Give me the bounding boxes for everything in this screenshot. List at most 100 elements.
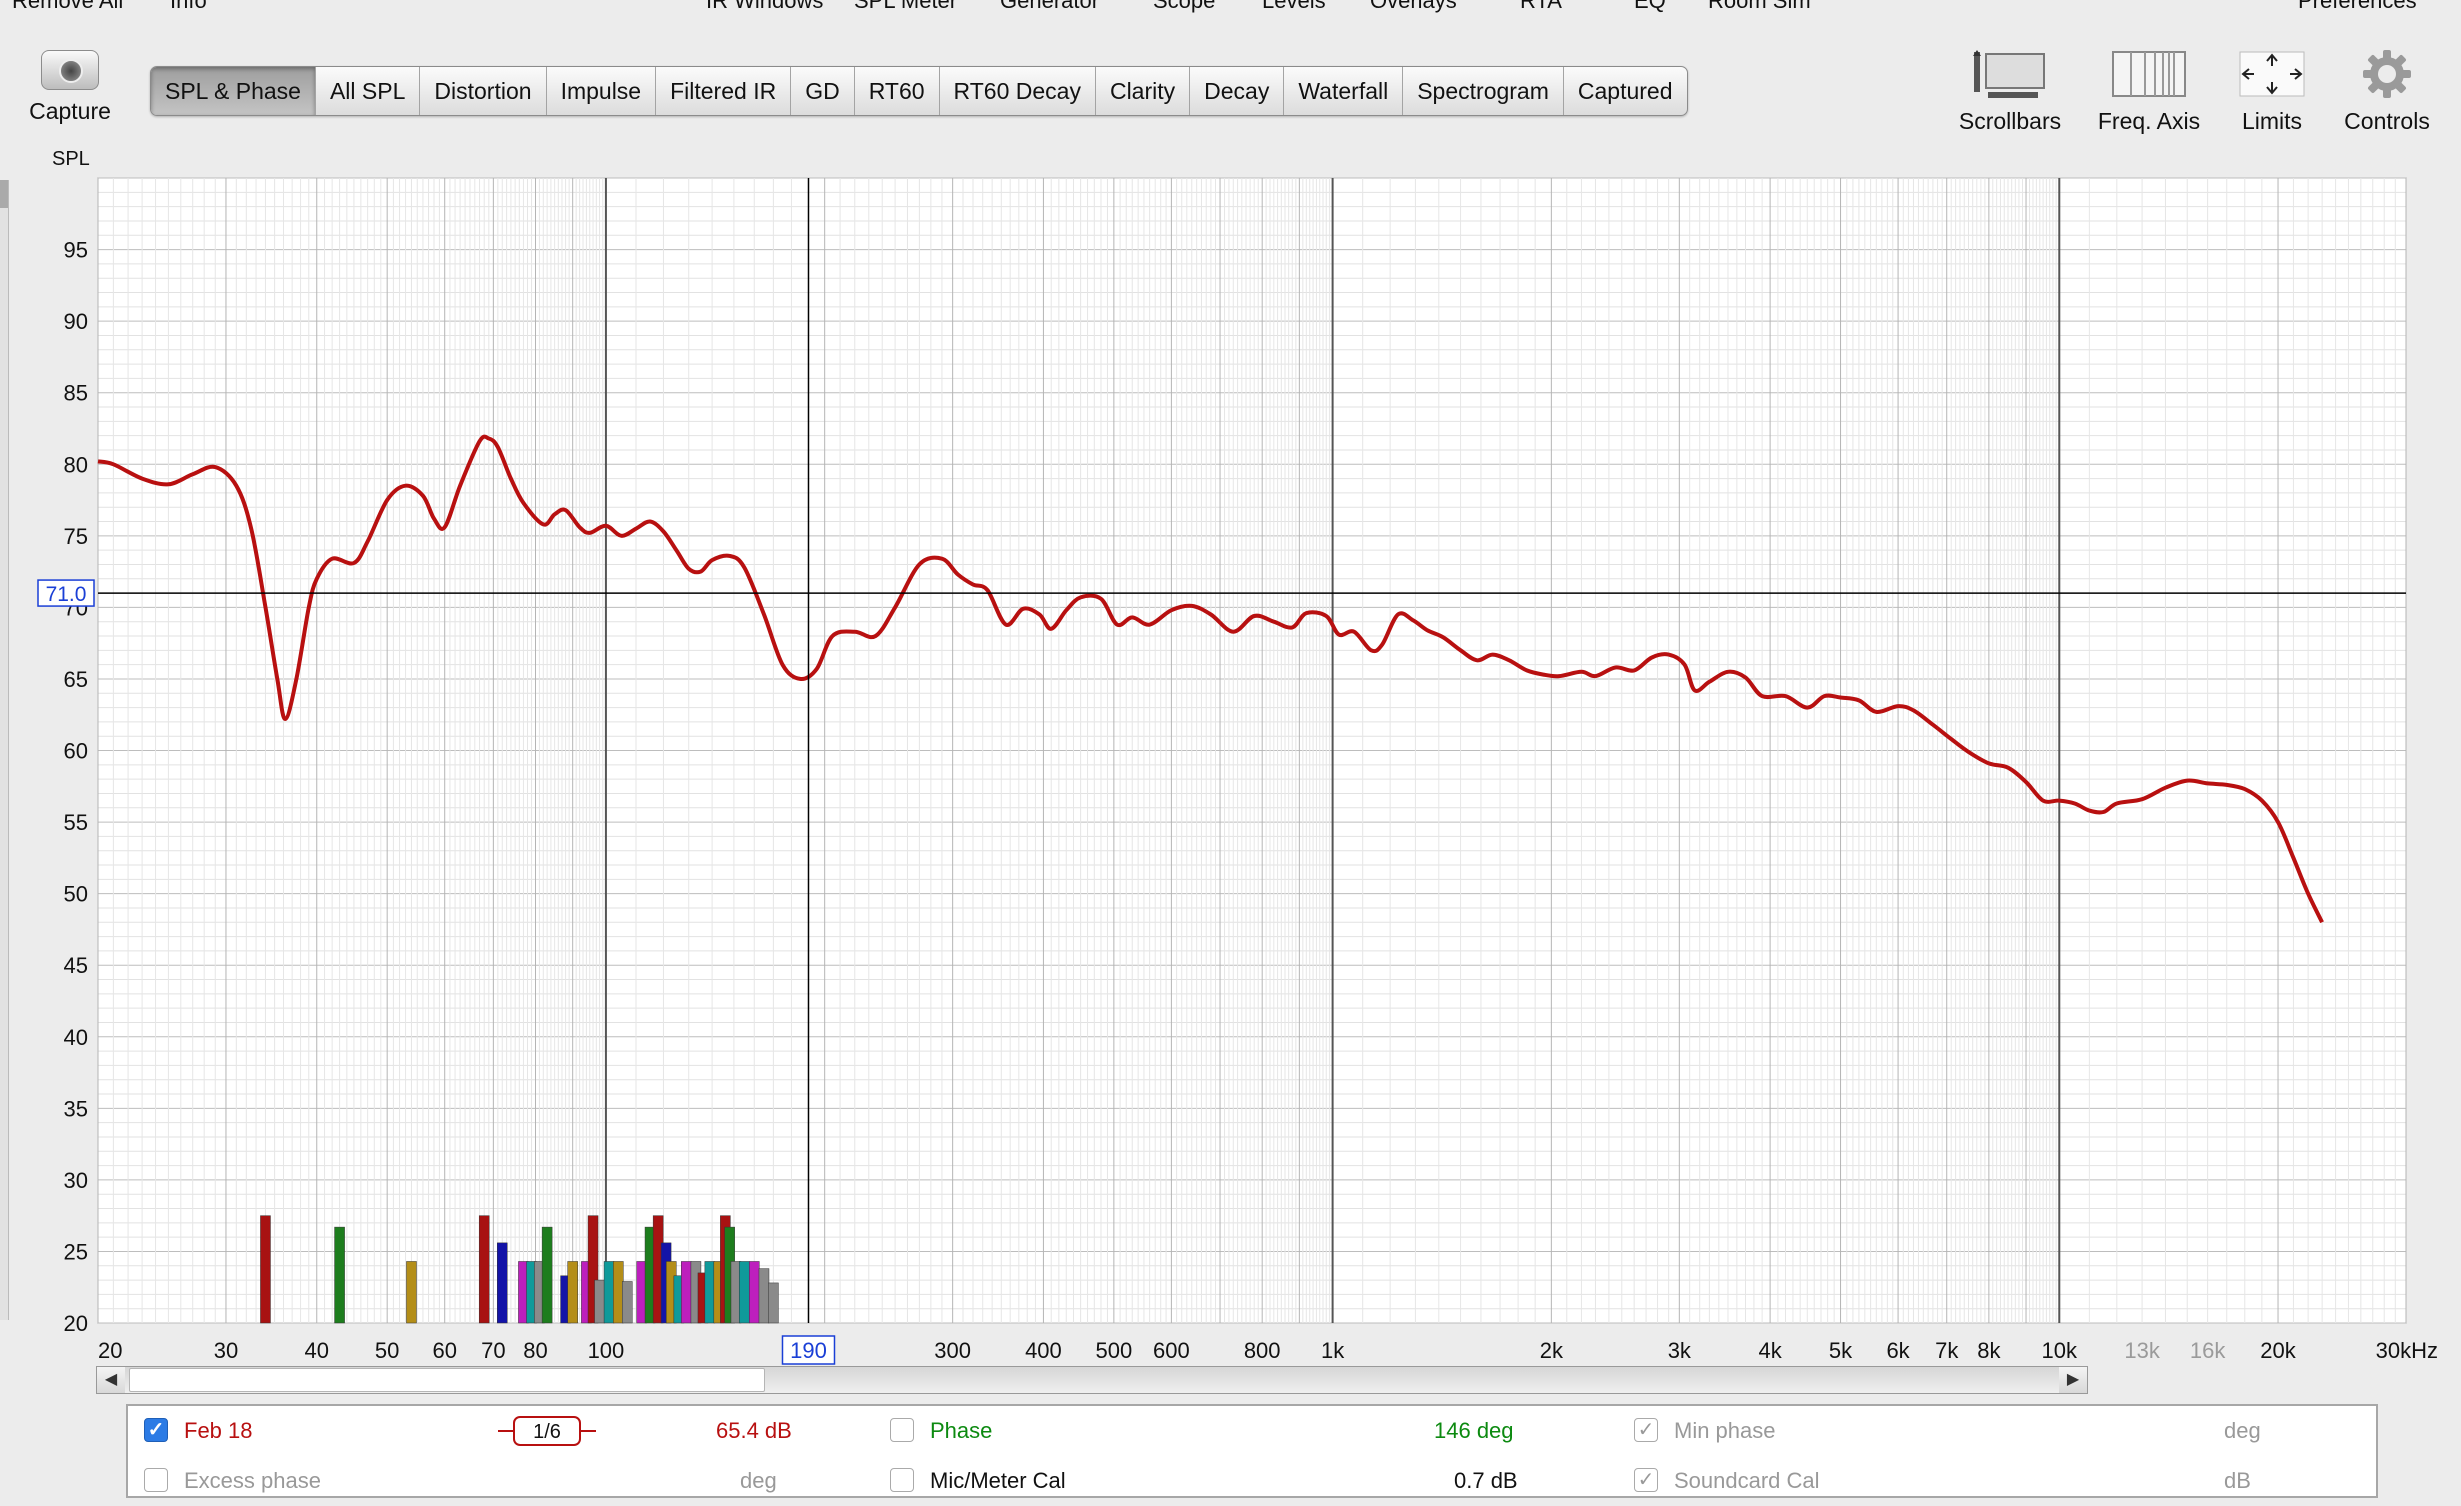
- tab-filtered-ir[interactable]: Filtered IR: [656, 67, 792, 115]
- limits-label: Limits: [2241, 108, 2303, 134]
- scroll-left-icon[interactable]: ◀: [97, 1367, 125, 1393]
- tuning-bar: [478, 1215, 490, 1324]
- tab-impulse[interactable]: Impulse: [547, 67, 657, 115]
- tab-rt60[interactable]: RT60: [855, 67, 940, 115]
- y-tick-label: 95: [64, 238, 88, 263]
- trace-visible-checkbox[interactable]: ✓: [144, 1418, 168, 1442]
- cursor-x-value: 190: [790, 1338, 827, 1363]
- scroll-right-icon[interactable]: ▶: [2059, 1367, 2087, 1393]
- min-phase-checkbox[interactable]: ✓: [1634, 1418, 1658, 1442]
- x-tick-label: 40: [305, 1338, 329, 1363]
- tuning-bar: [738, 1261, 750, 1324]
- capture-button[interactable]: Capture: [10, 46, 130, 136]
- tuning-bar: [260, 1215, 271, 1324]
- excess-phase-label: Excess phase: [184, 1468, 321, 1493]
- trace-control-panel: ✓ Feb 18 1/6 65.4 dB Phase 146 deg ✓ Min…: [126, 1404, 2378, 1498]
- x-tick-label: 20k: [2260, 1338, 2296, 1363]
- phase-checkbox[interactable]: [890, 1418, 914, 1442]
- y-tick-label: 50: [64, 882, 88, 907]
- scrollbars-button[interactable]: Scrollbars: [1950, 46, 2070, 135]
- second-row: Excess phase deg Mic/Meter Cal 0.7 dB ✓ …: [144, 1466, 2344, 1506]
- scrollbar-thumb[interactable]: [129, 1368, 765, 1392]
- x-tick-label: 16k: [2190, 1338, 2226, 1363]
- excess-phase-unit: deg: [740, 1468, 777, 1493]
- y-tick-label: 55: [64, 810, 88, 835]
- tab-decay[interactable]: Decay: [1190, 67, 1285, 115]
- camera-icon: [41, 50, 99, 90]
- x-axis-ticks: 20 30 40 50 60 70 80 100 300 400 500 600 800 1k 2k 3k 4k…: [98, 1338, 2438, 1363]
- menu-item-spl-meter[interactable]: SPL Meter: [854, 0, 957, 14]
- x-tick-label: 13k: [2124, 1338, 2160, 1363]
- gear-icon: [2334, 46, 2440, 102]
- y-tick-label: 45: [64, 953, 88, 978]
- menu-item-preferences[interactable]: Preferences: [2298, 0, 2417, 14]
- trace-name: Feb 18: [184, 1418, 253, 1443]
- controls-label: Controls: [2344, 108, 2430, 134]
- menu-bar: Remove All Info IR Windows SPL Meter Gen…: [0, 0, 2461, 24]
- mic-cal-value: 0.7 dB: [1454, 1468, 1518, 1493]
- tuning-bar: [768, 1282, 779, 1324]
- soundcard-cal-label: Soundcard Cal: [1674, 1468, 1820, 1493]
- menu-item-generator[interactable]: Generator: [1000, 0, 1099, 14]
- x-tick-label: 30: [214, 1338, 238, 1363]
- tuning-bar: [406, 1261, 417, 1324]
- freq-axis-button[interactable]: Freq. Axis: [2090, 46, 2208, 135]
- smoothing-value: 1/6: [533, 1421, 561, 1443]
- tuning-bar: [541, 1226, 553, 1324]
- menu-item-room-sim[interactable]: Room Sim: [1708, 0, 1811, 14]
- tuning-bar: [749, 1261, 760, 1324]
- horizontal-scrollbar[interactable]: ◀ ▶: [96, 1366, 2088, 1394]
- tab-spectrogram[interactable]: Spectrogram: [1403, 67, 1564, 115]
- menu-item-scope[interactable]: Scope: [1153, 0, 1215, 14]
- grid: [97, 177, 2407, 1324]
- limits-button[interactable]: Limits: [2230, 46, 2314, 135]
- capture-label: Capture: [29, 98, 111, 124]
- y-tick-label: 75: [64, 524, 88, 549]
- y-tick-label: 30: [64, 1168, 88, 1193]
- excess-phase-checkbox[interactable]: [144, 1468, 168, 1492]
- tab-all-spl[interactable]: All SPL: [316, 67, 421, 115]
- freq-axis-icon: [2090, 46, 2208, 102]
- x-tick-label: 2k: [1540, 1338, 1564, 1363]
- soundcard-cal-checkbox[interactable]: ✓: [1634, 1468, 1658, 1492]
- tuning-bar: [622, 1281, 633, 1324]
- menu-item-overlays[interactable]: Overlays: [1370, 0, 1457, 14]
- phase-label: Phase: [930, 1418, 993, 1443]
- x-tick-label: 30kHz: [2376, 1338, 2438, 1363]
- tab-captured[interactable]: Captured: [1564, 67, 1687, 115]
- menu-item-rta[interactable]: RTA: [1520, 0, 1562, 14]
- menu-item-remove-all[interactable]: Remove All: [12, 0, 123, 14]
- tab-rt60-decay[interactable]: RT60 Decay: [940, 67, 1096, 115]
- x-tick-label: 400: [1025, 1338, 1062, 1363]
- x-tick-label: 70: [481, 1338, 505, 1363]
- tab-clarity[interactable]: Clarity: [1096, 67, 1191, 115]
- mic-cal-label: Mic/Meter Cal: [930, 1468, 1066, 1493]
- mic-cal-checkbox[interactable]: [890, 1468, 914, 1492]
- x-tick-label: 60: [432, 1338, 456, 1363]
- menu-item-ir-windows[interactable]: IR Windows: [706, 0, 823, 14]
- y-tick-label: 65: [64, 667, 88, 692]
- menu-item-eq[interactable]: EQ: [1634, 0, 1666, 14]
- tab-spl-phase[interactable]: SPL & Phase: [151, 67, 316, 115]
- tuning-bar: [613, 1261, 624, 1324]
- spl-chart[interactable]: 20 25 30 35 40 45 50 55 60 65 70 75 80 85 90 95 20 30 40 5…: [0, 140, 2461, 1366]
- spl-readout: 65.4 dB: [716, 1418, 792, 1443]
- tab-waterfall[interactable]: Waterfall: [1284, 67, 1404, 115]
- controls-button[interactable]: Controls: [2334, 46, 2440, 135]
- tuning-bar: [758, 1268, 770, 1324]
- smoothing-selector[interactable]: 1/6: [498, 1414, 596, 1448]
- min-phase-label: Min phase: [1674, 1418, 1776, 1443]
- x-tick-label: 7k: [1935, 1338, 1959, 1363]
- y-tick-label: 35: [64, 1096, 88, 1121]
- tab-distortion[interactable]: Distortion: [420, 67, 547, 115]
- tuning-bar: [334, 1226, 345, 1324]
- x-tick-label: 100: [588, 1338, 625, 1363]
- y-tick-label: 40: [64, 1025, 88, 1050]
- menu-item-levels[interactable]: Levels: [1262, 0, 1326, 14]
- tuning-bar: [681, 1261, 692, 1324]
- tab-gd[interactable]: GD: [791, 67, 855, 115]
- x-tick-label: 8k: [1977, 1338, 2001, 1363]
- freq-axis-label: Freq. Axis: [2097, 108, 2201, 134]
- x-tick-label: 10k: [2042, 1338, 2078, 1363]
- menu-item-info[interactable]: Info: [170, 0, 207, 14]
